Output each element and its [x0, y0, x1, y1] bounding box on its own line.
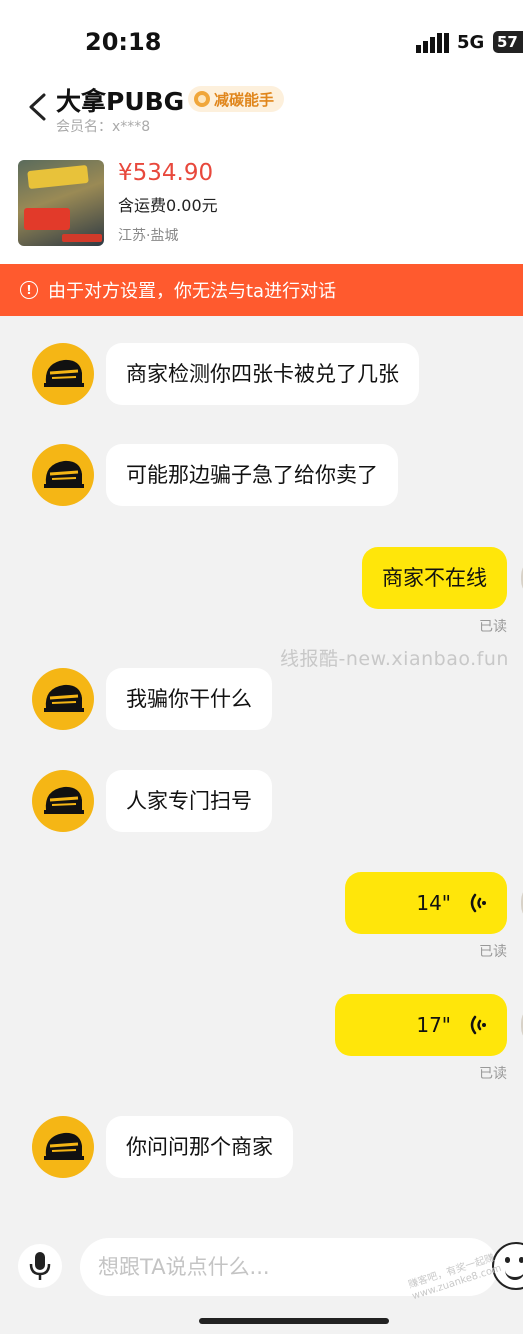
voice-wave-icon — [470, 893, 486, 913]
seller-avatar[interactable] — [32, 770, 94, 832]
voice-message-bubble[interactable]: 14" — [345, 872, 507, 934]
badge-label: 减碳能手 — [214, 90, 275, 109]
message-bubble[interactable]: 可能那边骗子急了给你卖了 — [106, 444, 398, 506]
notice-text: 由于对方设置，你无法与ta进行对话 — [48, 281, 337, 302]
voice-input-button[interactable] — [18, 1244, 62, 1288]
seller-avatar[interactable] — [32, 668, 94, 730]
seller-avatar[interactable] — [32, 1116, 94, 1178]
voice-wave-icon — [470, 1015, 486, 1035]
product-shipping: 含运费0.00元 — [118, 196, 218, 215]
voice-duration: 14" — [416, 891, 451, 915]
message-bubble[interactable]: 你问问那个商家 — [106, 1116, 293, 1178]
seller-avatar[interactable] — [32, 343, 94, 405]
product-price: ¥534.90 — [118, 160, 214, 186]
product-location: 江苏·盐城 — [118, 228, 179, 244]
chevron-left-icon[interactable] — [26, 92, 48, 122]
leaf-coin-icon — [194, 91, 210, 107]
member-name: 会员名：x***8 — [56, 119, 151, 135]
voice-message-bubble[interactable]: 17" — [335, 994, 507, 1056]
battery-icon: 57 — [493, 31, 523, 53]
message-bubble[interactable]: 商家检测你四张卡被兑了几张 — [106, 343, 419, 405]
carbon-badge: 减碳能手 — [188, 86, 285, 112]
my-message-bubble[interactable]: 商家不在线 — [362, 547, 507, 609]
read-status: 已读 — [479, 944, 507, 960]
message-bubble[interactable]: 我骗你干什么 — [106, 668, 272, 730]
chat-restriction-notice: ! 由于对方设置，你无法与ta进行对话 — [0, 264, 523, 316]
seller-avatar[interactable] — [32, 444, 94, 506]
product-thumbnail[interactable] — [18, 160, 104, 246]
shop-name[interactable]: 大拿PUBG — [56, 82, 184, 118]
microphone-icon — [29, 1252, 51, 1280]
warning-icon: ! — [20, 281, 38, 299]
status-time: 20:18 — [85, 28, 162, 56]
network-label: 5G — [457, 32, 485, 53]
read-status: 已读 — [479, 619, 507, 635]
home-indicator[interactable] — [199, 1318, 389, 1324]
watermark: 线报酷-new.xianbao.fun — [280, 648, 509, 670]
voice-duration: 17" — [416, 1013, 451, 1037]
chat-header: 20:18 5G 57 大拿PUBG 减碳能手 会员名：x***8 ¥534.9… — [0, 0, 523, 264]
signal-icon — [416, 33, 449, 53]
message-bubble[interactable]: 人家专门扫号 — [106, 770, 272, 832]
read-status: 已读 — [479, 1066, 507, 1082]
